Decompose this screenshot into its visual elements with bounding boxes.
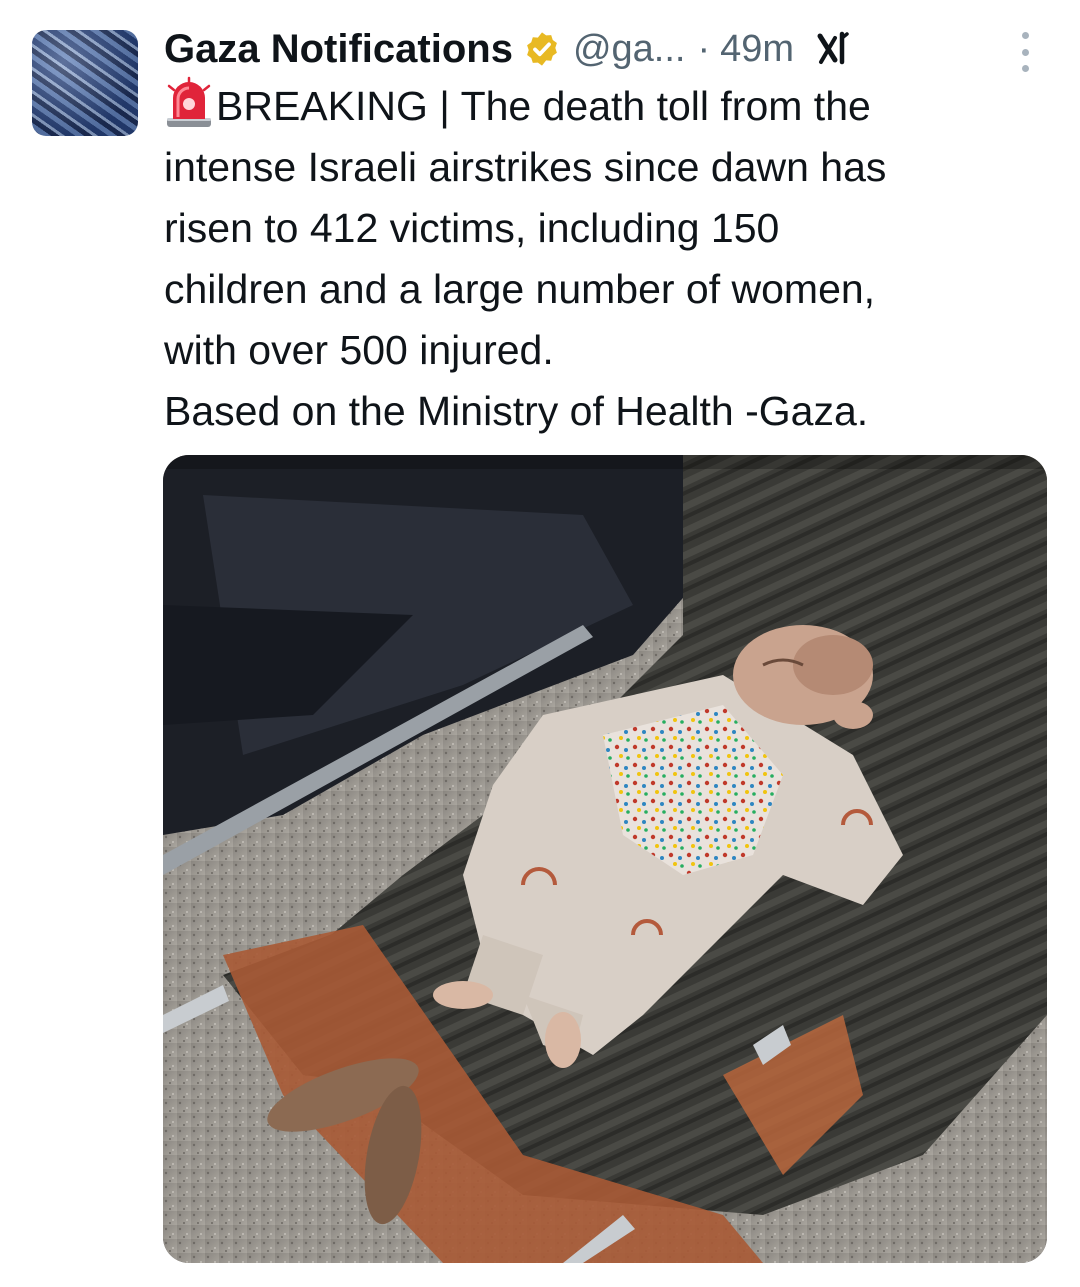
grok-icon[interactable] xyxy=(814,28,856,70)
tweet-text-line-4: children and a large number of women, xyxy=(164,266,876,312)
tweet-text-line-5: with over 500 injured. xyxy=(164,327,554,373)
separator-dot: · xyxy=(697,27,711,70)
author-display-name[interactable]: Gaza Notifications xyxy=(164,27,513,72)
tweet-header: Gaza Notifications @ga... · 49m xyxy=(164,22,1034,76)
tweet-card[interactable]: Gaza Notifications @ga... · 49m BREAKING… xyxy=(0,0,1080,1287)
author-handle[interactable]: @ga... xyxy=(573,28,686,71)
tweet-text-line-2: intense Israeli airstrikes since dawn ha… xyxy=(164,144,887,190)
infant-on-stretcher-photo xyxy=(163,455,1047,1263)
tweet-text: BREAKING | The death toll from the inten… xyxy=(164,76,1044,442)
tweet-text-line-6: Based on the Ministry of Health -Gaza. xyxy=(164,388,869,434)
more-options-icon[interactable] xyxy=(1010,32,1040,72)
tweet-text-line-1: BREAKING | The death toll from the xyxy=(216,83,871,129)
tweet-text-line-3: risen to 412 victims, including 150 xyxy=(164,205,780,251)
police-siren-emoji-icon xyxy=(167,76,211,127)
tweet-media-photo[interactable] xyxy=(163,455,1047,1263)
tweet-timestamp[interactable]: 49m xyxy=(720,28,794,71)
author-avatar[interactable] xyxy=(32,30,138,136)
verified-badge-icon xyxy=(527,32,557,66)
tweet-text-line: BREAKING | The death toll from the xyxy=(164,76,1044,137)
